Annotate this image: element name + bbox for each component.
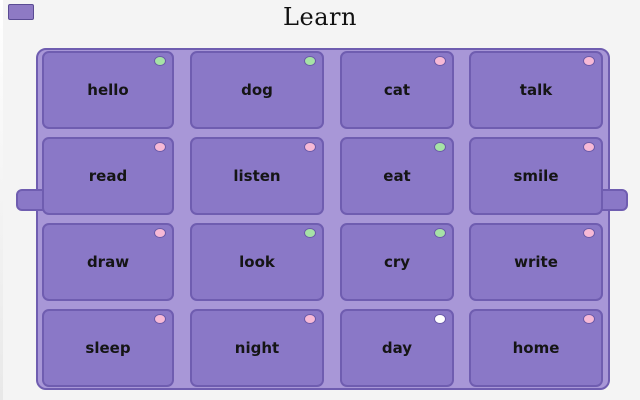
word-card[interactable]: eat: [340, 137, 454, 215]
word-card[interactable]: night: [190, 309, 324, 387]
card-word: day: [381, 339, 413, 357]
status-dot: [154, 228, 166, 238]
card-word: cat: [383, 81, 411, 99]
status-dot: [583, 314, 595, 324]
card-word: cry: [383, 253, 411, 271]
card-word: read: [88, 167, 128, 185]
card-word: sleep: [85, 339, 131, 357]
status-dot: [434, 142, 446, 152]
card-word: talk: [519, 81, 553, 99]
card-word: draw: [86, 253, 130, 271]
status-dot: [304, 142, 316, 152]
card-word: eat: [383, 167, 411, 185]
card-word: hello: [87, 81, 129, 99]
window-edge: [0, 0, 3, 400]
status-dot: [583, 56, 595, 66]
card-word: listen: [233, 167, 281, 185]
status-dot: [434, 314, 446, 324]
card-word: look: [239, 253, 275, 271]
status-dot: [583, 142, 595, 152]
word-card[interactable]: dog: [190, 51, 324, 129]
word-card[interactable]: cat: [340, 51, 454, 129]
word-card[interactable]: cry: [340, 223, 454, 301]
word-card[interactable]: listen: [190, 137, 324, 215]
status-dot: [154, 142, 166, 152]
word-card[interactable]: sleep: [42, 309, 174, 387]
word-card[interactable]: read: [42, 137, 174, 215]
word-card[interactable]: write: [469, 223, 603, 301]
word-card[interactable]: look: [190, 223, 324, 301]
word-card[interactable]: smile: [469, 137, 603, 215]
status-dot: [154, 314, 166, 324]
status-dot: [304, 228, 316, 238]
card-word: home: [512, 339, 560, 357]
word-card[interactable]: talk: [469, 51, 603, 129]
word-card[interactable]: home: [469, 309, 603, 387]
card-word: smile: [513, 167, 559, 185]
status-dot: [304, 56, 316, 66]
status-dot: [583, 228, 595, 238]
card-word: dog: [241, 81, 273, 99]
status-dot: [434, 228, 446, 238]
page-title: Learn: [283, 3, 357, 31]
status-dot: [304, 314, 316, 324]
status-dot: [434, 56, 446, 66]
word-card[interactable]: hello: [42, 51, 174, 129]
status-dot: [154, 56, 166, 66]
word-card[interactable]: draw: [42, 223, 174, 301]
card-word: write: [514, 253, 558, 271]
word-card[interactable]: day: [340, 309, 454, 387]
card-word: night: [234, 339, 280, 357]
